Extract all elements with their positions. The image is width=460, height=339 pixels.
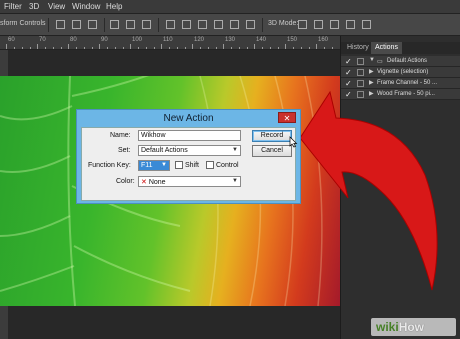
close-button[interactable]: ✕ (278, 112, 296, 123)
watermark-wiki: wiki (376, 320, 399, 334)
shift-checkbox[interactable] (175, 161, 183, 169)
record-button[interactable]: Record (252, 130, 292, 142)
name-label: Name: (110, 132, 131, 139)
watermark-how: How (398, 320, 425, 334)
color-select[interactable]: ✕ None ▼ (138, 176, 241, 187)
control-checkbox[interactable] (206, 161, 214, 169)
mouse-cursor-icon (289, 136, 298, 148)
none-color-icon: ✕ (141, 179, 147, 186)
chevron-down-icon: ▼ (232, 147, 238, 153)
chevron-down-icon: ▼ (232, 178, 238, 184)
new-action-dialog: New Action ✕ Name: Wikhow Set: Default A… (76, 109, 301, 204)
shift-label: Shift (185, 162, 200, 169)
name-input[interactable]: Wikhow (138, 130, 241, 141)
chevron-down-icon: ▼ (161, 162, 167, 168)
set-select-value: Default Actions (141, 147, 188, 154)
function-key-select[interactable]: F11 ▼ (138, 160, 170, 171)
color-label: Color: (116, 178, 135, 185)
wikihow-watermark: wikiHow (371, 318, 456, 336)
function-key-value: F11 (141, 162, 153, 169)
dialog-title: New Action (163, 113, 214, 124)
control-label: Control (216, 162, 239, 169)
function-key-label: Function Key: (88, 162, 131, 169)
dialog-body: Name: Wikhow Set: Default Actions ▼ Func… (81, 127, 296, 201)
cancel-button[interactable]: Cancel (252, 145, 292, 157)
color-select-value: None (148, 179, 166, 186)
set-label: Set: (118, 147, 131, 154)
set-select[interactable]: Default Actions ▼ (138, 145, 241, 156)
